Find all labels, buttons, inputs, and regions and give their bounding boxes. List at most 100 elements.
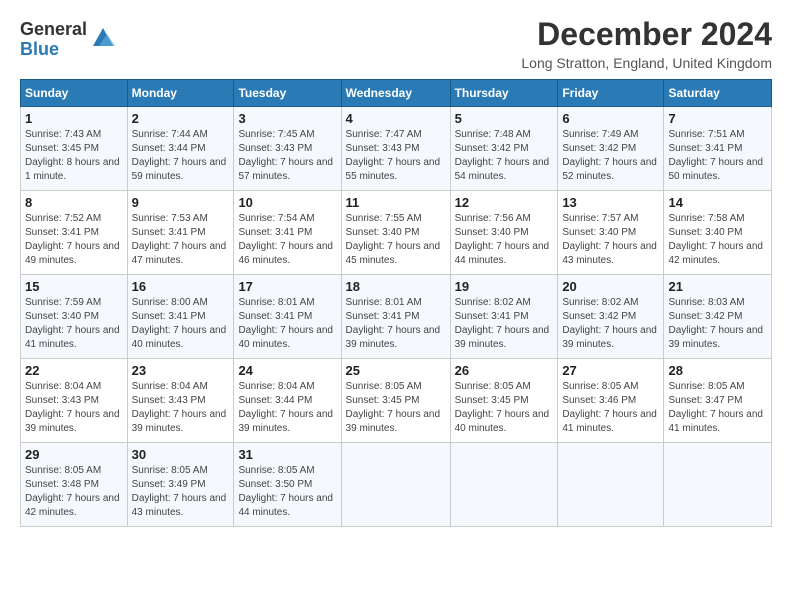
- calendar-cell: [341, 443, 450, 527]
- day-info: Sunrise: 7:53 AMSunset: 3:41 PMDaylight:…: [132, 212, 230, 268]
- day-number: 5: [455, 111, 554, 126]
- logo: General Blue: [20, 20, 117, 60]
- day-info: Sunrise: 8:00 AMSunset: 3:41 PMDaylight:…: [132, 296, 230, 352]
- day-number: 2: [132, 111, 230, 126]
- day-number: 30: [132, 447, 230, 462]
- calendar-cell: 30 Sunrise: 8:05 AMSunset: 3:49 PMDayligh…: [127, 443, 234, 527]
- day-number: 20: [562, 279, 659, 294]
- day-info: Sunrise: 7:55 AMSunset: 3:40 PMDaylight:…: [346, 212, 446, 268]
- calendar-cell: 22Sunrise: 8:04 AMSunset: 3:43 PMDayligh…: [21, 359, 128, 443]
- page-header: General Blue December 2024 Long Stratton…: [20, 16, 772, 71]
- calendar-week-row: 15 Sunrise: 7:59 AMSunset: 3:40 PMDayligh…: [21, 275, 772, 359]
- day-number: 29: [25, 447, 123, 462]
- col-header-wednesday: Wednesday: [341, 80, 450, 107]
- calendar-cell: [664, 443, 772, 527]
- calendar-cell: 10 Sunrise: 7:54 AMSunset: 3:41 PMDayligh…: [234, 191, 341, 275]
- calendar-cell: 23Sunrise: 8:04 AMSunset: 3:43 PMDayligh…: [127, 359, 234, 443]
- calendar-cell: 20 Sunrise: 8:02 AMSunset: 3:42 PMDayligh…: [558, 275, 664, 359]
- day-info: Sunrise: 7:44 AMSunset: 3:44 PMDaylight:…: [132, 128, 230, 184]
- day-info: Sunrise: 8:05 AMSunset: 3:48 PMDaylight:…: [25, 464, 123, 520]
- day-number: 9: [132, 195, 230, 210]
- calendar-cell: 31 Sunrise: 8:05 AMSunset: 3:50 PMDayligh…: [234, 443, 341, 527]
- day-number: 17: [238, 279, 336, 294]
- day-number: 14: [668, 195, 767, 210]
- calendar-cell: 2 Sunrise: 7:44 AMSunset: 3:44 PMDaylight…: [127, 107, 234, 191]
- calendar-cell: 15 Sunrise: 7:59 AMSunset: 3:40 PMDayligh…: [21, 275, 128, 359]
- day-number: 7: [668, 111, 767, 126]
- day-info: Sunrise: 8:05 AMSunset: 3:47 PMDaylight:…: [668, 380, 767, 436]
- day-number: 10: [238, 195, 336, 210]
- day-number: 13: [562, 195, 659, 210]
- day-number: 6: [562, 111, 659, 126]
- title-block: December 2024 Long Stratton, England, Un…: [521, 16, 772, 71]
- day-info: Sunrise: 8:02 AMSunset: 3:41 PMDaylight:…: [455, 296, 554, 352]
- calendar-cell: 13 Sunrise: 7:57 AMSunset: 3:40 PMDayligh…: [558, 191, 664, 275]
- logo-blue: Blue: [20, 39, 59, 59]
- calendar-cell: 28 Sunrise: 8:05 AMSunset: 3:47 PMDayligh…: [664, 359, 772, 443]
- day-info: Sunrise: 8:05 AMSunset: 3:49 PMDaylight:…: [132, 464, 230, 520]
- calendar-cell: 9 Sunrise: 7:53 AMSunset: 3:41 PMDaylight…: [127, 191, 234, 275]
- calendar-cell: 21Sunrise: 8:03 AMSunset: 3:42 PMDayligh…: [664, 275, 772, 359]
- day-info: Sunrise: 7:57 AMSunset: 3:40 PMDaylight:…: [562, 212, 659, 268]
- logo-general: General: [20, 19, 87, 39]
- calendar-cell: 26 Sunrise: 8:05 AMSunset: 3:45 PMDayligh…: [450, 359, 558, 443]
- calendar-cell: 4 Sunrise: 7:47 AMSunset: 3:43 PMDaylight…: [341, 107, 450, 191]
- calendar-cell: 1 Sunrise: 7:43 AMSunset: 3:45 PMDaylight…: [21, 107, 128, 191]
- calendar-cell: 3Sunrise: 7:45 AMSunset: 3:43 PMDaylight…: [234, 107, 341, 191]
- day-number: 15: [25, 279, 123, 294]
- day-info: Sunrise: 7:54 AMSunset: 3:41 PMDaylight:…: [238, 212, 336, 268]
- day-info: Sunrise: 7:49 AMSunset: 3:42 PMDaylight:…: [562, 128, 659, 184]
- calendar-week-row: 1 Sunrise: 7:43 AMSunset: 3:45 PMDaylight…: [21, 107, 772, 191]
- day-number: 16: [132, 279, 230, 294]
- day-number: 22: [25, 363, 123, 378]
- col-header-monday: Monday: [127, 80, 234, 107]
- day-number: 4: [346, 111, 446, 126]
- day-info: Sunrise: 7:58 AMSunset: 3:40 PMDaylight:…: [668, 212, 767, 268]
- day-number: 25: [346, 363, 446, 378]
- calendar-cell: [450, 443, 558, 527]
- day-info: Sunrise: 7:48 AMSunset: 3:42 PMDaylight:…: [455, 128, 554, 184]
- day-number: 18: [346, 279, 446, 294]
- day-number: 24: [238, 363, 336, 378]
- day-info: Sunrise: 7:45 AMSunset: 3:43 PMDaylight:…: [238, 128, 336, 184]
- day-info: Sunrise: 8:02 AMSunset: 3:42 PMDaylight:…: [562, 296, 659, 352]
- day-number: 19: [455, 279, 554, 294]
- calendar-header-row: SundayMondayTuesdayWednesdayThursdayFrid…: [21, 80, 772, 107]
- month-title: December 2024: [521, 16, 772, 53]
- day-number: 28: [668, 363, 767, 378]
- calendar-cell: 5 Sunrise: 7:48 AMSunset: 3:42 PMDaylight…: [450, 107, 558, 191]
- calendar-week-row: 8Sunrise: 7:52 AMSunset: 3:41 PMDaylight…: [21, 191, 772, 275]
- day-info: Sunrise: 7:47 AMSunset: 3:43 PMDaylight:…: [346, 128, 446, 184]
- col-header-thursday: Thursday: [450, 80, 558, 107]
- day-info: Sunrise: 7:59 AMSunset: 3:40 PMDaylight:…: [25, 296, 123, 352]
- col-header-tuesday: Tuesday: [234, 80, 341, 107]
- calendar-week-row: 22Sunrise: 8:04 AMSunset: 3:43 PMDayligh…: [21, 359, 772, 443]
- calendar-cell: 17Sunrise: 8:01 AMSunset: 3:41 PMDayligh…: [234, 275, 341, 359]
- calendar-cell: 27Sunrise: 8:05 AMSunset: 3:46 PMDayligh…: [558, 359, 664, 443]
- calendar-table: SundayMondayTuesdayWednesdayThursdayFrid…: [20, 79, 772, 527]
- day-number: 23: [132, 363, 230, 378]
- location: Long Stratton, England, United Kingdom: [521, 55, 772, 71]
- day-info: Sunrise: 8:05 AMSunset: 3:45 PMDaylight:…: [455, 380, 554, 436]
- day-number: 26: [455, 363, 554, 378]
- calendar-cell: 24 Sunrise: 8:04 AMSunset: 3:44 PMDayligh…: [234, 359, 341, 443]
- col-header-friday: Friday: [558, 80, 664, 107]
- day-info: Sunrise: 8:05 AMSunset: 3:50 PMDaylight:…: [238, 464, 336, 520]
- day-number: 8: [25, 195, 123, 210]
- logo-icon: [89, 24, 117, 52]
- day-info: Sunrise: 8:04 AMSunset: 3:44 PMDaylight:…: [238, 380, 336, 436]
- calendar-cell: 11 Sunrise: 7:55 AMSunset: 3:40 PMDayligh…: [341, 191, 450, 275]
- day-number: 1: [25, 111, 123, 126]
- day-info: Sunrise: 8:03 AMSunset: 3:42 PMDaylight:…: [668, 296, 767, 352]
- day-info: Sunrise: 7:56 AMSunset: 3:40 PMDaylight:…: [455, 212, 554, 268]
- day-info: Sunrise: 7:43 AMSunset: 3:45 PMDaylight:…: [25, 128, 123, 184]
- calendar-cell: [558, 443, 664, 527]
- day-number: 12: [455, 195, 554, 210]
- day-number: 11: [346, 195, 446, 210]
- col-header-sunday: Sunday: [21, 80, 128, 107]
- day-info: Sunrise: 8:05 AMSunset: 3:45 PMDaylight:…: [346, 380, 446, 436]
- calendar-cell: 7Sunrise: 7:51 AMSunset: 3:41 PMDaylight…: [664, 107, 772, 191]
- day-number: 31: [238, 447, 336, 462]
- col-header-saturday: Saturday: [664, 80, 772, 107]
- calendar-cell: 14 Sunrise: 7:58 AMSunset: 3:40 PMDayligh…: [664, 191, 772, 275]
